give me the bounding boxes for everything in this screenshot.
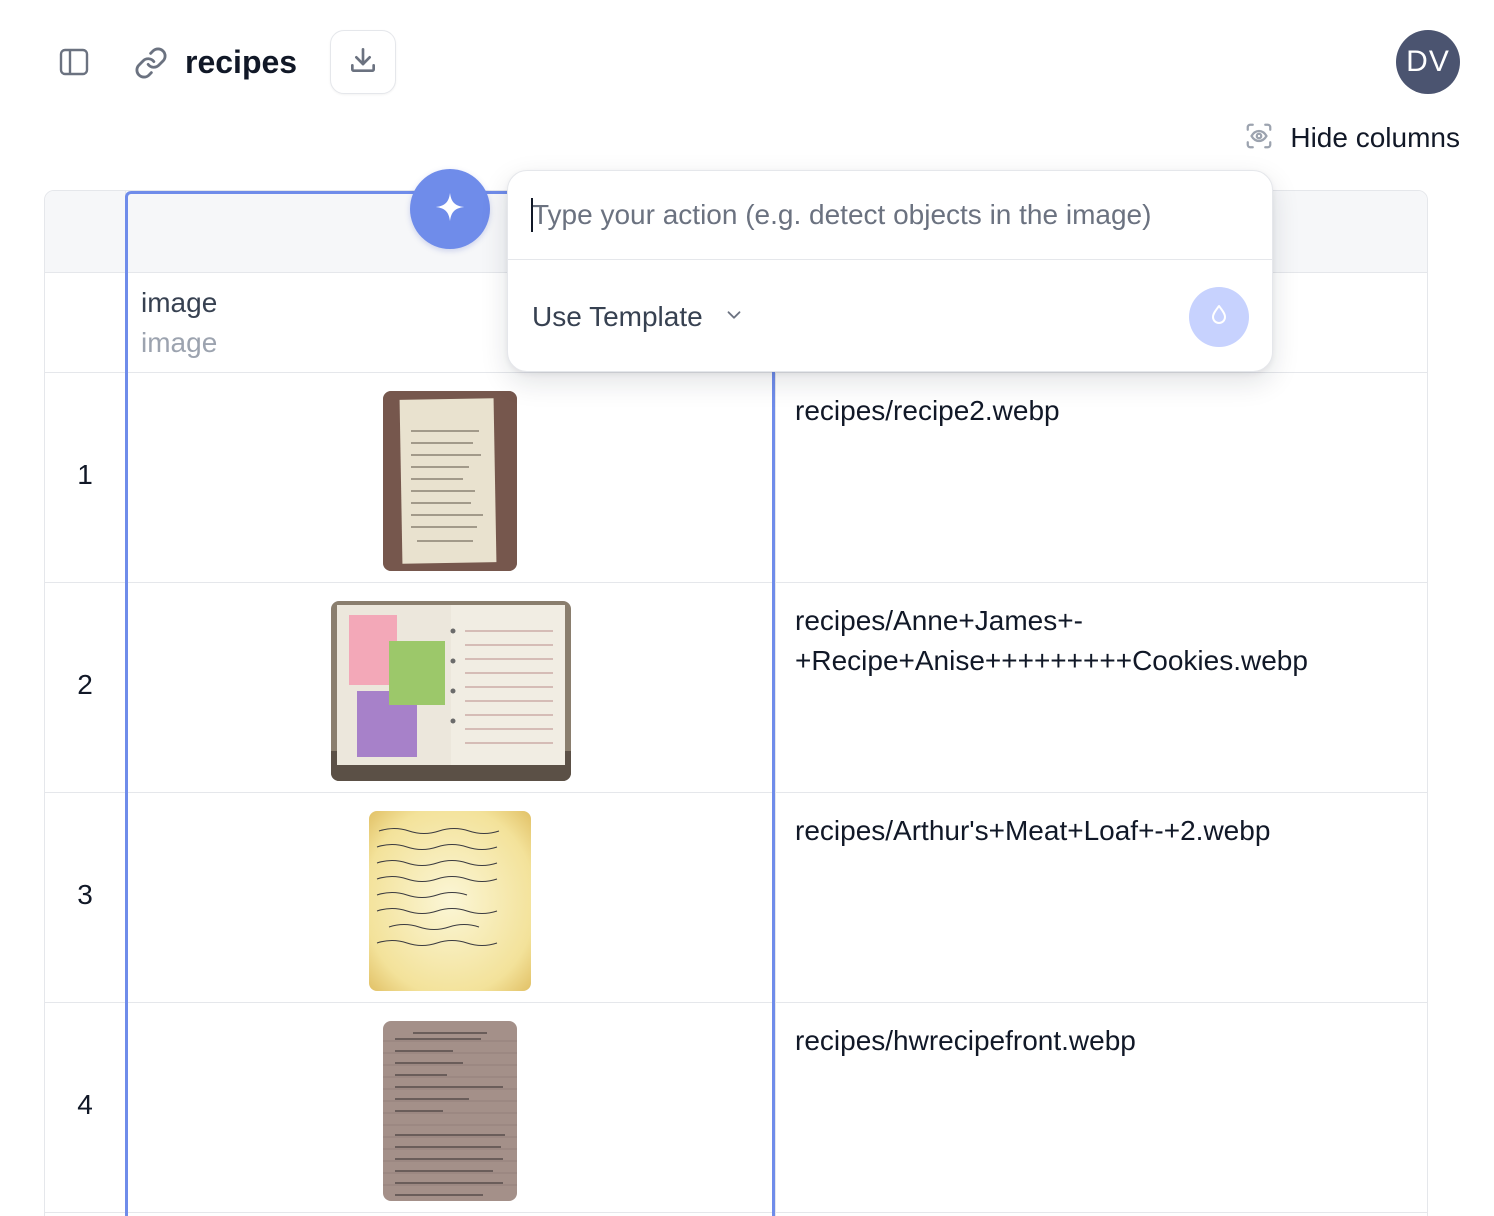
chevron-down-icon [723,304,745,331]
use-template-label: Use Template [532,301,703,332]
action-popover: Use Template [507,170,1273,372]
use-template-dropdown[interactable]: Use Template [532,295,745,339]
action-input[interactable] [532,193,1248,237]
sparkle-icon [433,190,467,229]
row-divider [45,582,1427,583]
submit-action-button[interactable] [1189,287,1249,347]
droplet-icon [1207,303,1231,332]
file-path: recipes/recipe2.webp [795,395,1060,426]
row-divider [45,792,1427,793]
ai-action-button[interactable] [410,169,490,249]
avatar[interactable]: DV [1396,30,1460,94]
row-index: 1 [77,459,93,490]
file-path: recipes/Arthur's+Meat+Loaf+-+2.webp [795,815,1271,846]
column-header-type: image [141,327,218,358]
download-button[interactable] [330,30,396,94]
row-divider [45,1212,1427,1213]
recipe-image-thumbnail[interactable] [383,1021,517,1201]
sidebar-toggle-icon[interactable] [54,42,94,82]
hide-columns-button[interactable]: Hide columns [1244,116,1460,160]
column-header-name[interactable]: image [141,287,217,319]
row-index: 2 [77,669,93,700]
page-title: recipes [185,44,298,80]
column-divider [125,191,126,1216]
row-index: 4 [77,1089,93,1120]
row-divider [45,1002,1427,1003]
file-path: recipes/Anne+James+-+Recipe+Anise+++++++… [795,605,1308,676]
hide-columns-label: Hide columns [1290,122,1460,153]
eye-off-icon [1244,121,1274,156]
recipe-image-thumbnail[interactable] [369,811,531,991]
row-divider [45,372,1427,373]
text-caret [531,198,533,232]
recipe-image-thumbnail[interactable] [383,391,517,571]
download-icon [347,44,379,81]
row-index: 3 [77,879,93,910]
link-icon [132,44,170,82]
file-path: recipes/hwrecipefront.webp [795,1025,1136,1056]
popover-divider [508,259,1272,260]
recipe-image-thumbnail[interactable] [331,601,571,781]
